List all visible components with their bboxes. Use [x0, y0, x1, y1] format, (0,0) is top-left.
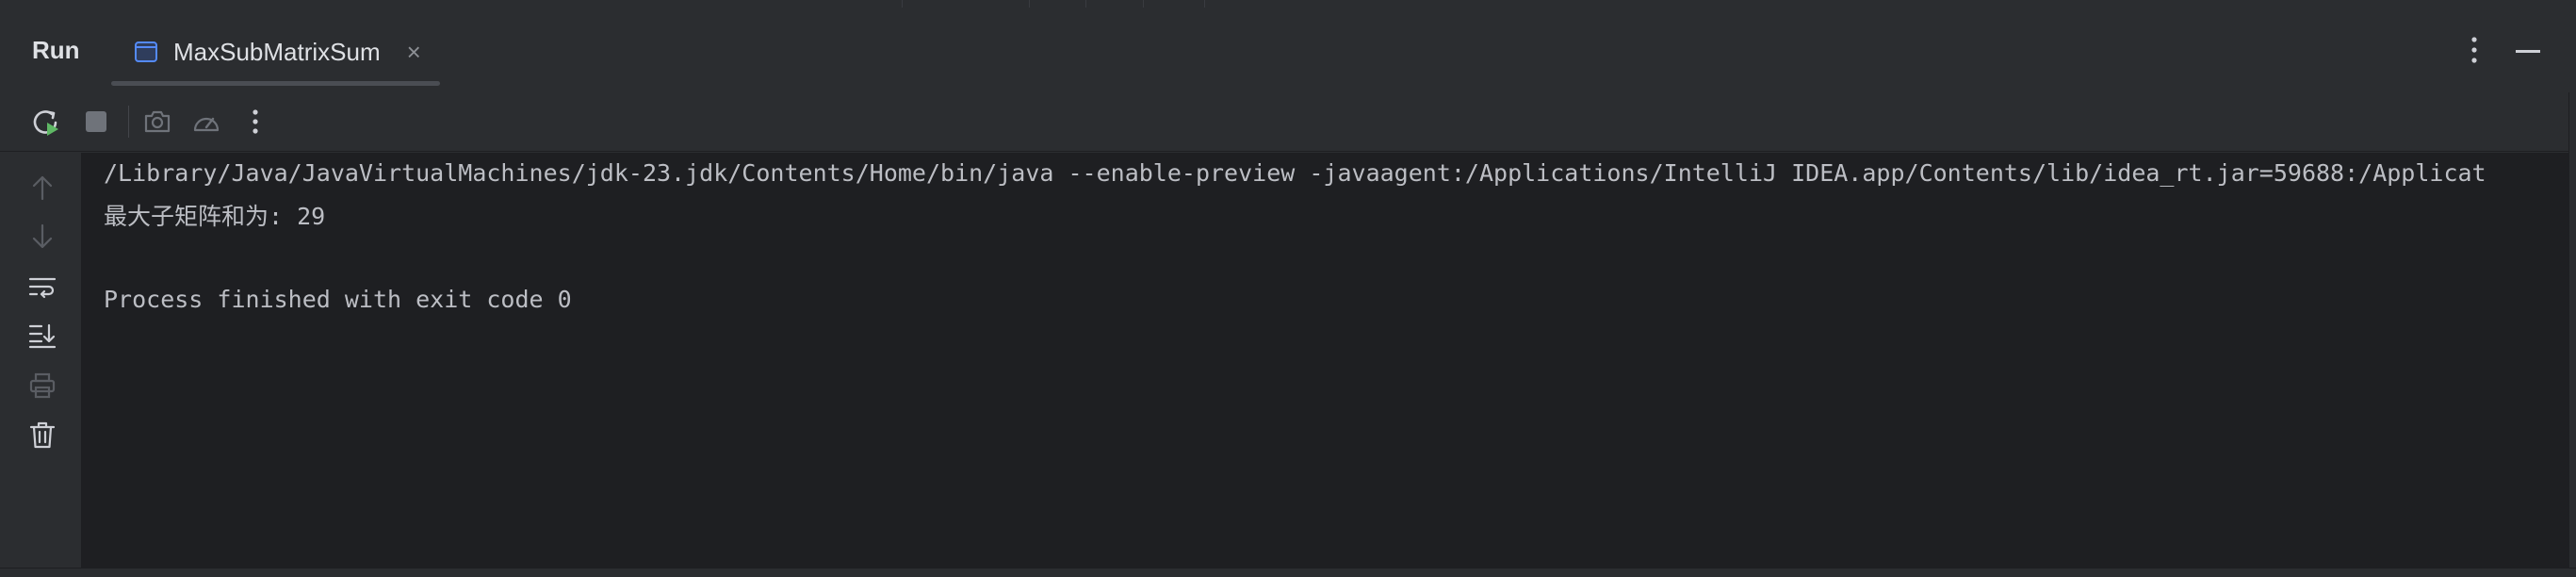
- strip-divider: [1029, 0, 1030, 8]
- scroll-down-button[interactable]: [26, 221, 58, 253]
- soft-wrap-button[interactable]: [26, 271, 58, 303]
- rerun-icon: [33, 110, 58, 136]
- profile-button[interactable]: [190, 106, 222, 138]
- tool-window-title: Run: [32, 36, 80, 64]
- close-icon[interactable]: ×: [407, 40, 421, 64]
- print-button[interactable]: [26, 370, 58, 402]
- scroll-to-end-button[interactable]: [26, 320, 58, 352]
- console-side-toolbar: [0, 153, 81, 568]
- scroll-up-button[interactable]: [26, 172, 58, 204]
- scroll-to-end-icon: [28, 323, 57, 349]
- soft-wrap-icon: [28, 277, 57, 299]
- trash-icon: [29, 421, 56, 449]
- more-vertical-icon: [253, 109, 258, 134]
- camera-icon: [144, 110, 171, 133]
- clear-all-button[interactable]: [26, 420, 58, 452]
- console-icon: [135, 41, 157, 62]
- minimize-icon[interactable]: [2516, 50, 2540, 53]
- bottom-edge: [0, 568, 2576, 577]
- toolbar-separator: [128, 106, 129, 138]
- rerun-button[interactable]: [30, 106, 62, 138]
- tool-window-header: Run MaxSubMatrixSum ×: [0, 8, 2576, 92]
- strip-divider: [902, 0, 903, 8]
- screenshot-button[interactable]: [141, 106, 173, 138]
- more-vertical-icon[interactable]: [2470, 36, 2478, 64]
- arrow-up-icon: [32, 175, 53, 201]
- console-output[interactable]: /Library/Java/JavaVirtualMachines/jdk-23…: [81, 153, 2568, 568]
- print-icon: [29, 372, 56, 399]
- stop-icon: [86, 111, 106, 132]
- strip-divider: [1085, 0, 1086, 8]
- right-edge: [2568, 92, 2576, 577]
- more-button[interactable]: [239, 106, 271, 138]
- console-line-result: 最大子矩阵和为: 29: [104, 203, 326, 230]
- tab-maxsubmatrixsum[interactable]: MaxSubMatrixSum ×: [111, 26, 421, 77]
- strip-divider: [1143, 0, 1144, 8]
- speedometer-icon: [193, 117, 220, 132]
- console-line-command: /Library/Java/JavaVirtualMachines/jdk-23…: [104, 159, 2486, 187]
- arrow-down-icon: [32, 223, 53, 249]
- console-line-exit: Process finished with exit code 0: [104, 286, 572, 313]
- strip-divider: [1204, 0, 1205, 8]
- stop-button[interactable]: [80, 106, 112, 138]
- run-tool-window: Run MaxSubMatrixSum × /Library/Java/Java…: [0, 0, 2576, 577]
- tab-selected-indicator: [111, 81, 440, 86]
- run-toolbar: [0, 92, 2576, 152]
- tab-label: MaxSubMatrixSum: [173, 37, 381, 66]
